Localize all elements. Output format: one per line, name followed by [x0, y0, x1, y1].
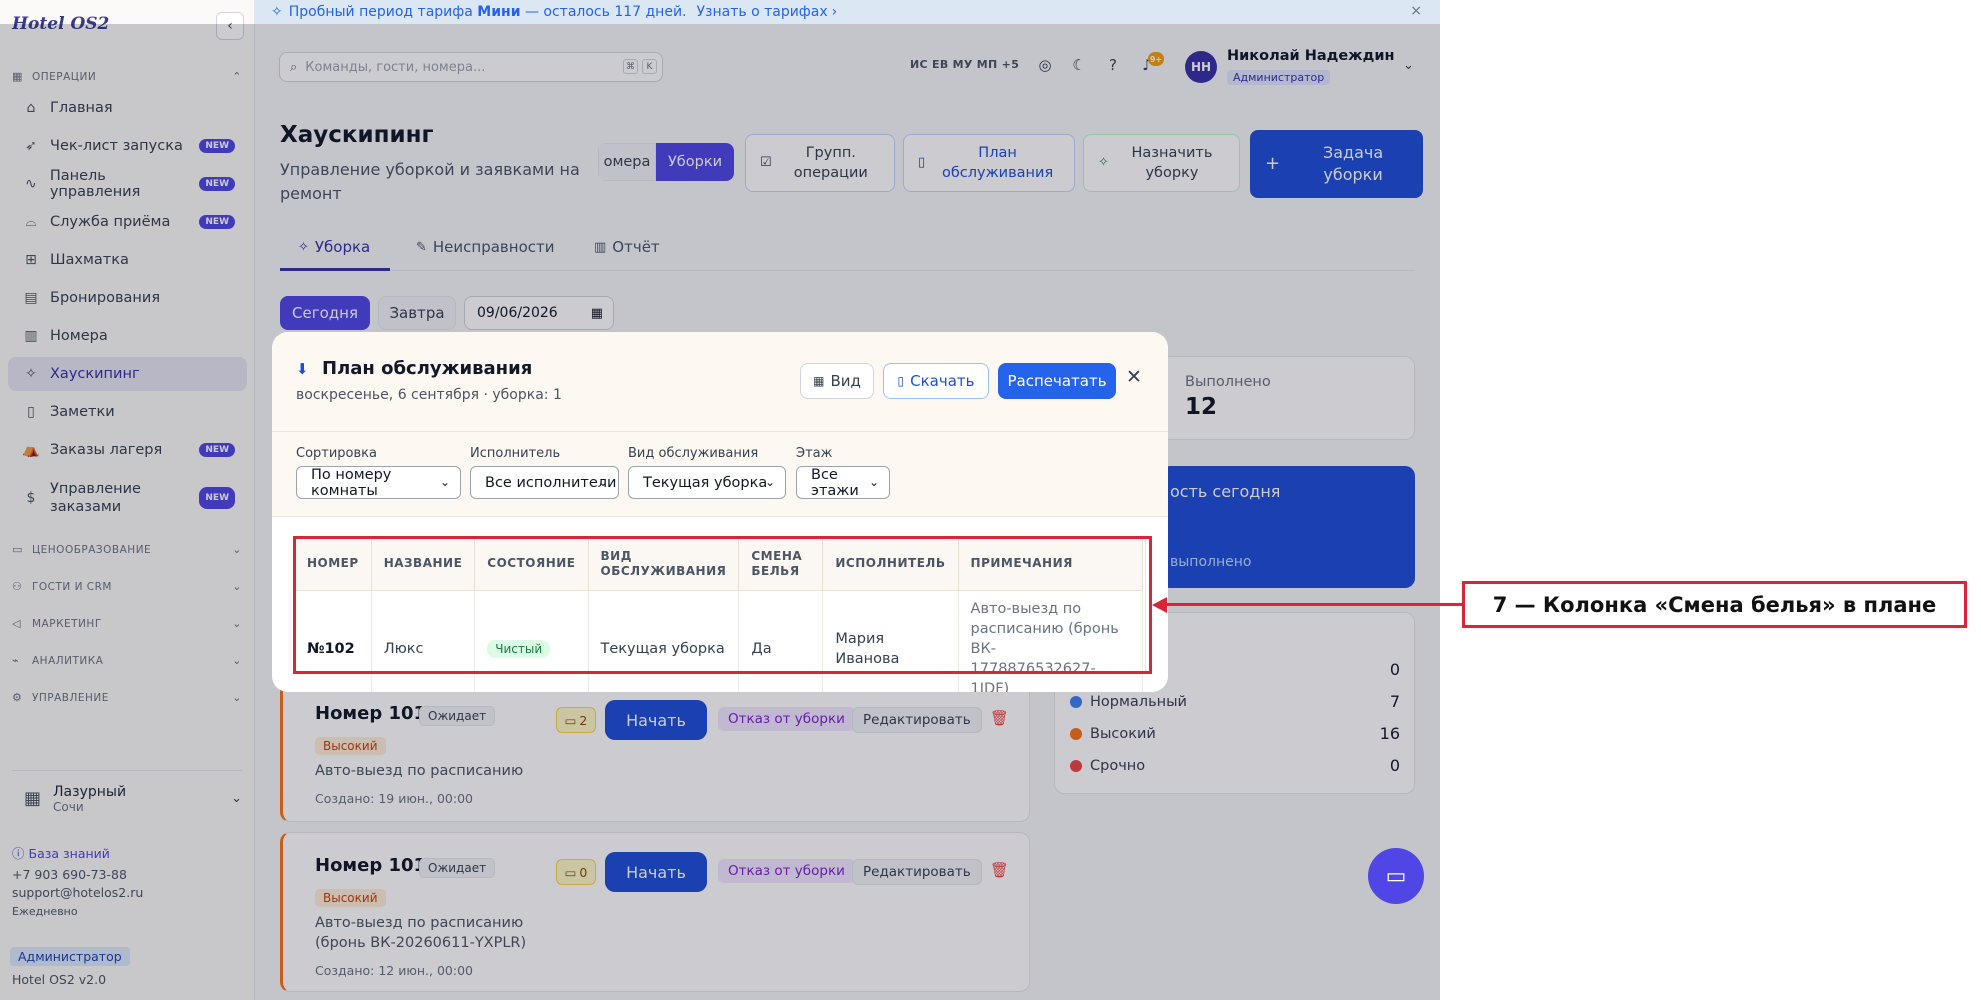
floor-select[interactable]: Все этажи ⌄ — [796, 466, 890, 499]
modal-subtitle: воскресенье, 6 сентября · уборка: 1 — [296, 387, 562, 403]
floor-label: Этаж — [796, 446, 833, 461]
service-type-select[interactable]: Текущая уборка ⌄ — [628, 466, 786, 499]
download-button[interactable]: ▯ Скачать — [883, 363, 989, 399]
chat-button[interactable]: ▭ — [1368, 848, 1424, 904]
service-type-label: Вид обслуживания — [628, 446, 759, 461]
chevron-down-icon: ⌄ — [597, 475, 608, 489]
chat-bubble-icon: ▭ — [1385, 863, 1407, 889]
chevron-down-icon: ⌄ — [868, 475, 879, 489]
trial-banner: ✧ Пробный период тарифа Мини — осталось … — [255, 0, 1440, 24]
annotation-label: 7 — Колонка «Смена белья» в плане — [1462, 581, 1967, 628]
chevron-down-icon: ⌄ — [764, 475, 775, 489]
grid-icon: ▦ — [813, 374, 825, 388]
annotation-arrow-line — [1165, 603, 1462, 606]
close-icon[interactable]: ✕ — [1126, 366, 1142, 388]
app-window: Hotel OS2 ‹ ▦ ОПЕРАЦИИ ⌃ ⌂ Главная ➶ Чек… — [0, 0, 1440, 1000]
file-icon: ▯ — [897, 374, 905, 388]
print-button[interactable]: Распечатать — [998, 363, 1116, 399]
chevron-right-icon: › — [831, 4, 838, 20]
modal-header: ⬇ План обслуживания воскресенье, 6 сентя… — [272, 332, 1168, 432]
pricing-link[interactable]: Узнать о тарифах — [697, 4, 828, 20]
sort-select[interactable]: По номеру комнаты ⌄ — [296, 466, 461, 499]
close-banner-icon[interactable]: × — [1410, 3, 1422, 19]
view-button[interactable]: ▦ Вид — [800, 363, 874, 399]
download-file-icon: ⬇ — [296, 360, 309, 378]
performer-select[interactable]: Все исполнители ⌄ — [470, 466, 619, 499]
annotation-highlight-box — [293, 536, 1152, 674]
sparkle-icon: ✧ — [271, 4, 283, 20]
modal-title: План обслуживания — [322, 358, 533, 379]
modal-filters: Сортировка По номеру комнаты ⌄ Исполните… — [272, 432, 1168, 517]
sort-label: Сортировка — [296, 446, 377, 461]
chevron-down-icon: ⌄ — [439, 475, 450, 489]
performer-label: Исполнитель — [470, 446, 561, 461]
